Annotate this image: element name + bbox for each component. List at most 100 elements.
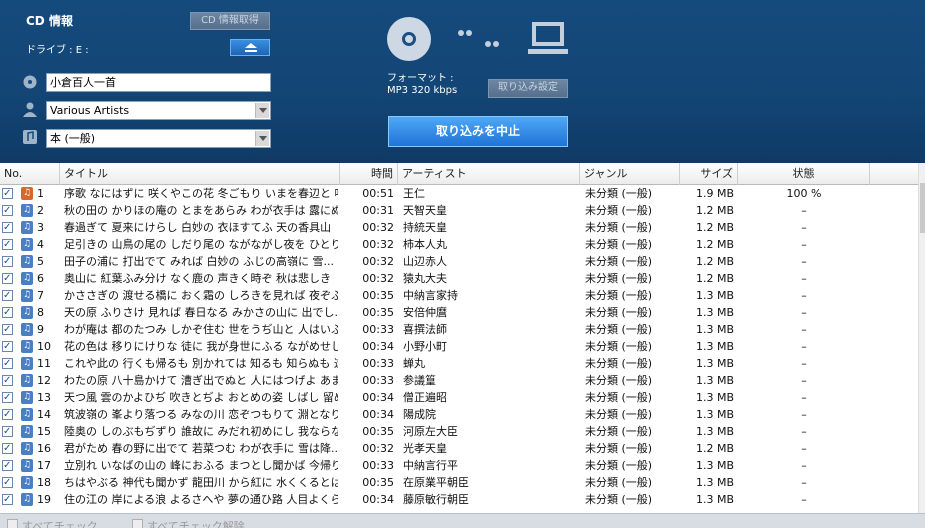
- column-header-time[interactable]: 時間: [340, 163, 398, 185]
- track-time: 00:34: [362, 340, 394, 353]
- track-size: 1.3 MB: [695, 340, 734, 353]
- track-genre: 未分類 (一般): [585, 408, 653, 421]
- track-title: 天の原 ふりさけ 見れば 春日なる みかさの山に 出でし...: [64, 306, 338, 319]
- track-title: 序歌 なにはずに 咲くやこの花 冬ごもり いまを春辺と 咲...: [64, 187, 338, 200]
- scrollbar-thumb[interactable]: [920, 183, 925, 233]
- track-artist: 安倍仲麿: [403, 306, 447, 319]
- table-row[interactable]: ♫ 12 わたの原 八十島かけて 漕ぎ出でぬと 人にはつげよ あま... 00:33 参…: [0, 372, 918, 389]
- track-size: 1.3 MB: [695, 408, 734, 421]
- track-title: 花の色は 移りにけりな 徒に 我が身世にふる ながめせし...: [64, 340, 338, 353]
- column-header-blank: [870, 163, 920, 185]
- track-checkbox[interactable]: [2, 355, 13, 372]
- music-note-icon: ♫: [21, 272, 33, 285]
- track-title: わが庵は 都のたつみ しかぞ住む 世をうぢ山と 人はいふ...: [64, 323, 338, 336]
- track-checkbox[interactable]: [2, 202, 13, 219]
- table-row[interactable]: ♫ 9 わが庵は 都のたつみ しかぞ住む 世をうぢ山と 人はいふ... 00:33 喜撰…: [0, 321, 918, 338]
- track-number: 18: [37, 476, 51, 489]
- track-number: 13: [37, 391, 51, 404]
- track-checkbox[interactable]: [2, 219, 13, 236]
- check-all-checkbox[interactable]: [7, 519, 18, 528]
- music-note-icon: ♫: [21, 289, 33, 302]
- column-header-artist[interactable]: アーティスト: [398, 163, 580, 185]
- track-time: 00:32: [362, 238, 394, 251]
- track-checkbox[interactable]: [2, 338, 13, 355]
- track-checkbox[interactable]: [2, 491, 13, 508]
- table-row[interactable]: ♫ 7 かささぎの 渡せる橋に おく霜の しろきを見れば 夜ぞふ... 00:35 中納…: [0, 287, 918, 304]
- track-checkbox[interactable]: [2, 406, 13, 423]
- transfer-dot-icon: [493, 41, 499, 47]
- track-time: 00:32: [362, 255, 394, 268]
- chevron-down-icon[interactable]: [255, 103, 269, 118]
- table-row[interactable]: ♫ 16 君がため 春の野に出でて 若菜つむ わが衣手に 雪は降... 00:32 光孝…: [0, 440, 918, 457]
- track-checkbox[interactable]: [2, 372, 13, 389]
- track-checkbox[interactable]: [2, 304, 13, 321]
- track-checkbox[interactable]: [2, 440, 13, 457]
- column-header-status[interactable]: 状態: [738, 163, 870, 185]
- table-row[interactable]: ♫ 19 住の江の 岸による浪 よるさへや 夢の通ひ路 人目よくら... 00:34 藤…: [0, 491, 918, 508]
- track-checkbox[interactable]: [2, 474, 13, 491]
- track-status: –: [801, 289, 807, 302]
- track-checkbox[interactable]: [2, 423, 13, 440]
- get-cd-info-button[interactable]: CD 情報取得: [190, 12, 270, 30]
- table-row[interactable]: ♫ 10 花の色は 移りにけりな 徒に 我が身世にふる ながめせし... 00:34 小…: [0, 338, 918, 355]
- track-genre: 未分類 (一般): [585, 391, 653, 404]
- table-row[interactable]: ♫ 14 筑波嶺の 峯より落つる みなの川 恋ぞつもりて 淵となり... 00:34 陽…: [0, 406, 918, 423]
- track-status: –: [801, 425, 807, 438]
- music-note-icon: ♫: [21, 476, 33, 489]
- track-size: 1.3 MB: [695, 306, 734, 319]
- column-header-genre[interactable]: ジャンル: [580, 163, 680, 185]
- eject-button[interactable]: [230, 39, 270, 56]
- track-checkbox[interactable]: [2, 389, 13, 406]
- track-table: No. タイトル 時間 アーティスト ジャンル サイズ 状態 ♫ 1 序歌 なにはず…: [0, 163, 925, 513]
- check-all-label[interactable]: すべてチェック: [22, 518, 98, 528]
- uncheck-all-checkbox[interactable]: [132, 519, 143, 528]
- track-size: 1.3 MB: [695, 289, 734, 302]
- table-row[interactable]: ♫ 15 陸奥の しのぶもぢずり 誰故に みだれ初めにし 我ならな... 00:35 河…: [0, 423, 918, 440]
- table-row[interactable]: ♫ 2 秋の田の かりほの庵の とまをあらみ わが衣手は 露にぬ... 00:31 天智…: [0, 202, 918, 219]
- rip-settings-button[interactable]: 取り込み設定: [488, 79, 568, 98]
- album-title-input[interactable]: 小倉百人一首: [46, 73, 271, 92]
- stop-ripping-button[interactable]: 取り込みを中止: [388, 116, 568, 147]
- track-time: 00:51: [362, 187, 394, 200]
- track-genre: 未分類 (一般): [585, 425, 653, 438]
- track-genre: 未分類 (一般): [585, 459, 653, 472]
- table-row[interactable]: ♫ 4 足引きの 山鳥の尾の しだり尾の ながながし夜を ひとり... 00:32 柿本…: [0, 236, 918, 253]
- track-number: 17: [37, 459, 51, 472]
- table-row[interactable]: ♫ 8 天の原 ふりさけ 見れば 春日なる みかさの山に 出でし... 00:35 安倍…: [0, 304, 918, 321]
- column-header-title[interactable]: タイトル: [60, 163, 340, 185]
- track-checkbox[interactable]: [2, 253, 13, 270]
- track-checkbox[interactable]: [2, 287, 13, 304]
- table-row[interactable]: ♫ 18 ちはやぶる 神代も聞かず 龍田川 から紅に 水くくるとは 00:35 在原業平…: [0, 474, 918, 491]
- column-header-no[interactable]: No.: [0, 163, 60, 185]
- track-artist: 中納言行平: [403, 459, 458, 472]
- table-row[interactable]: ♫ 3 春過ぎて 夏来にけらし 白妙の 衣ほすてふ 天の香具山 00:32 持統天皇 未分…: [0, 219, 918, 236]
- track-status: –: [801, 391, 807, 404]
- artist-select[interactable]: Various Artists: [46, 101, 271, 120]
- table-row[interactable]: ♫ 17 立別れ いなばの山の 峰におふる まつとし聞かば 今帰り... 00:33 中…: [0, 457, 918, 474]
- track-artist: 河原左大臣: [403, 425, 458, 438]
- uncheck-all-label[interactable]: すべてチェック解除: [147, 518, 245, 528]
- vertical-scrollbar[interactable]: [918, 163, 925, 513]
- track-time: 00:35: [362, 425, 394, 438]
- track-number: 11: [37, 357, 51, 370]
- track-artist: 在原業平朝臣: [403, 476, 469, 489]
- track-checkbox[interactable]: [2, 185, 13, 202]
- chevron-down-icon[interactable]: [255, 131, 269, 146]
- track-artist: 藤原敏行朝臣: [403, 493, 469, 506]
- track-checkbox[interactable]: [2, 457, 13, 474]
- track-checkbox[interactable]: [2, 236, 13, 253]
- music-note-icon: ♫: [21, 459, 33, 472]
- genre-select[interactable]: 本 (一般): [46, 129, 271, 148]
- track-checkbox[interactable]: [2, 321, 13, 338]
- table-row[interactable]: ♫ 5 田子の浦に 打出でて みれば 白妙の ふじの高嶺に 雪... 00:32 山辺赤…: [0, 253, 918, 270]
- table-row[interactable]: ♫ 11 これや此の 行くも帰るも 別かれては 知るも 知らぬも 逢... 00:33…: [0, 355, 918, 372]
- track-checkbox[interactable]: [2, 270, 13, 287]
- table-row[interactable]: ♫ 1 序歌 なにはずに 咲くやこの花 冬ごもり いまを春辺と 咲... 00:51 王…: [0, 185, 918, 202]
- track-title: 住の江の 岸による浪 よるさへや 夢の通ひ路 人目よくら...: [64, 493, 338, 506]
- track-genre: 未分類 (一般): [585, 289, 653, 302]
- person-icon: [23, 102, 37, 117]
- table-row[interactable]: ♫ 13 天つ風 雲のかよひぢ 吹きとぢよ おとめの姿 しばし 留め... 00:34…: [0, 389, 918, 406]
- column-header-size[interactable]: サイズ: [680, 163, 738, 185]
- table-row[interactable]: ♫ 6 奥山に 紅葉ふみ分け なく鹿の 声きく時ぞ 秋は悲しき 00:32 猿丸大夫 未分…: [0, 270, 918, 287]
- track-status: –: [801, 476, 807, 489]
